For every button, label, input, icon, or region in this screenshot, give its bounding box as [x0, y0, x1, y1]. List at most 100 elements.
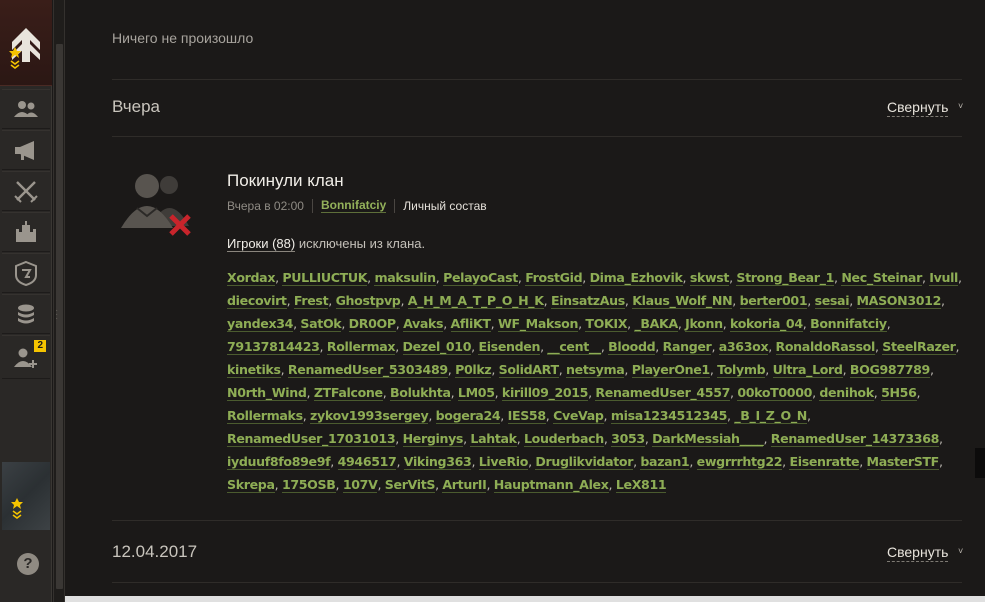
player-link[interactable]: Ivull — [929, 270, 958, 286]
player-link[interactable]: Bolukhta — [390, 385, 451, 401]
player-link[interactable]: Tolymb — [717, 362, 766, 378]
player-link[interactable]: TOKIX — [585, 316, 627, 332]
sidebar-item-announcements[interactable] — [2, 130, 50, 170]
player-link[interactable]: 3053 — [611, 431, 645, 447]
player-link[interactable]: N0rth_Wind — [227, 385, 307, 401]
player-link[interactable]: Rollermax — [326, 339, 396, 355]
player-link[interactable]: ArturII — [442, 477, 487, 493]
player-link[interactable]: kinetiks — [227, 362, 281, 378]
scrollbar[interactable] — [53, 0, 65, 602]
player-link[interactable]: Ghostpvp — [335, 293, 401, 309]
player-link[interactable]: PelayoCast — [443, 270, 518, 286]
player-link[interactable]: RenamedUser_4557 — [595, 385, 730, 401]
player-link[interactable]: Nec_Steinar — [841, 270, 922, 286]
player-link[interactable]: misa1234512345 — [610, 408, 727, 424]
player-link[interactable]: DR0OP — [348, 316, 396, 332]
player-link[interactable]: Herginys — [402, 431, 463, 447]
resize-grip-icon[interactable]: · · · — [55, 306, 58, 324]
player-link[interactable]: maksulin — [374, 270, 436, 286]
player-link[interactable]: 107V — [342, 477, 378, 493]
player-link[interactable]: 00koT0000 — [737, 385, 812, 401]
event-author-link[interactable]: Bonnifatciy — [320, 198, 387, 213]
player-link[interactable]: Rollermaks — [227, 408, 303, 424]
player-link[interactable]: 79137814423 — [227, 339, 320, 355]
rank-insignia-panel[interactable] — [2, 462, 50, 530]
player-link[interactable]: berter001 — [739, 293, 808, 309]
player-link[interactable]: Dezel_010 — [402, 339, 471, 355]
player-link[interactable]: A_H_M_A_T_P_O_H_K — [407, 293, 544, 309]
player-link[interactable]: RenamedUser_5303489 — [287, 362, 448, 378]
player-link[interactable]: Xordax — [227, 270, 275, 286]
player-link[interactable]: SatOk — [300, 316, 342, 332]
player-link[interactable]: WF_Makson — [497, 316, 578, 332]
side-panel-handle[interactable] — [975, 448, 985, 478]
player-link[interactable]: FrostGid — [525, 270, 583, 286]
player-link[interactable]: PULLIUCTUK — [282, 270, 368, 286]
player-link[interactable]: LiveRio — [478, 454, 528, 470]
player-link[interactable]: BOG987789 — [849, 362, 930, 378]
player-link[interactable]: MasterSTF — [866, 454, 939, 470]
player-link[interactable]: SolidART — [498, 362, 559, 378]
player-link[interactable]: Frest — [293, 293, 329, 309]
player-link[interactable]: Dima_Ezhovik — [589, 270, 683, 286]
player-link[interactable]: 5H56 — [881, 385, 917, 401]
player-link[interactable]: Louderbach — [524, 431, 604, 447]
player-link[interactable]: MASON3012 — [856, 293, 941, 309]
player-link[interactable]: zykov1993sergey — [310, 408, 429, 424]
player-link[interactable]: _BAKA — [634, 316, 678, 332]
player-link[interactable]: Bonnifatciy — [810, 316, 887, 332]
player-link[interactable]: RenamedUser_14373368 — [770, 431, 939, 447]
player-link[interactable]: ewgrrrhtg22 — [696, 454, 783, 470]
player-link[interactable]: Jkonn — [685, 316, 723, 332]
collapse-12-04-2017-button[interactable]: Свернуть — [887, 544, 949, 562]
player-link[interactable]: netsyma — [566, 362, 625, 378]
player-link[interactable]: Avaks — [403, 316, 444, 332]
player-link[interactable]: kokoria_04 — [730, 316, 803, 332]
clan-rank-logo[interactable] — [0, 0, 52, 86]
player-link[interactable]: denihok — [819, 385, 874, 401]
player-link[interactable]: kirill09_2015 — [501, 385, 588, 401]
player-link[interactable]: DarkMessiah____ — [652, 431, 764, 447]
player-link[interactable]: Lahtak — [470, 431, 517, 447]
player-link[interactable]: ZTFalcone — [313, 385, 383, 401]
player-link[interactable]: LeX811 — [615, 477, 667, 493]
player-link[interactable]: Druglikvidator — [535, 454, 633, 470]
player-link[interactable]: Klaus_Wolf_NN — [632, 293, 733, 309]
player-link[interactable]: PlayerOne1 — [631, 362, 710, 378]
player-link[interactable]: diecovirt — [227, 293, 287, 309]
player-link[interactable]: RenamedUser_17031013 — [227, 431, 396, 447]
player-link[interactable]: Eisenden — [478, 339, 540, 355]
player-link[interactable]: RonaldoRassol — [775, 339, 875, 355]
player-link[interactable]: Hauptmann_Alex — [493, 477, 609, 493]
sidebar-item-treasury[interactable] — [2, 294, 50, 334]
player-link[interactable]: Strong_Bear_1 — [736, 270, 834, 286]
help-button[interactable]: ? — [17, 553, 39, 575]
sidebar-item-clan-emblem[interactable] — [2, 253, 50, 293]
player-link[interactable]: SteelRazer — [882, 339, 956, 355]
player-link[interactable]: IES58 — [507, 408, 546, 424]
player-link[interactable]: Eisenratte — [789, 454, 860, 470]
player-link[interactable]: _B_I_Z_O_N — [734, 408, 807, 424]
player-link[interactable]: bazan1 — [640, 454, 690, 470]
sidebar-item-battles[interactable] — [2, 171, 50, 211]
player-link[interactable]: Ranger — [662, 339, 712, 355]
sidebar-item-members[interactable] — [2, 89, 50, 129]
sidebar-item-recruitment[interactable]: 2 — [2, 335, 50, 379]
player-link[interactable]: SerVitS — [384, 477, 435, 493]
player-link[interactable]: Ultra_Lord — [772, 362, 843, 378]
player-link[interactable]: sesai — [814, 293, 850, 309]
collapse-yesterday-button[interactable]: Свернуть — [887, 99, 949, 117]
player-link[interactable]: bogera24 — [435, 408, 501, 424]
player-link[interactable]: a363ox — [718, 339, 769, 355]
player-link[interactable]: AfliKT — [450, 316, 491, 332]
players-count-link[interactable]: Игроки (88) — [227, 236, 296, 252]
player-link[interactable]: EinsatzAus — [550, 293, 625, 309]
player-link[interactable]: skwst — [689, 270, 729, 286]
player-link[interactable]: P0lkz — [455, 362, 492, 378]
player-link[interactable]: CveVap — [553, 408, 604, 424]
player-link[interactable]: LM05 — [457, 385, 495, 401]
player-link[interactable]: 4946517 — [337, 454, 397, 470]
player-link[interactable]: Skrepa — [227, 477, 275, 493]
player-link[interactable]: __cent__ — [547, 339, 601, 355]
player-link[interactable]: yandex34 — [227, 316, 293, 332]
